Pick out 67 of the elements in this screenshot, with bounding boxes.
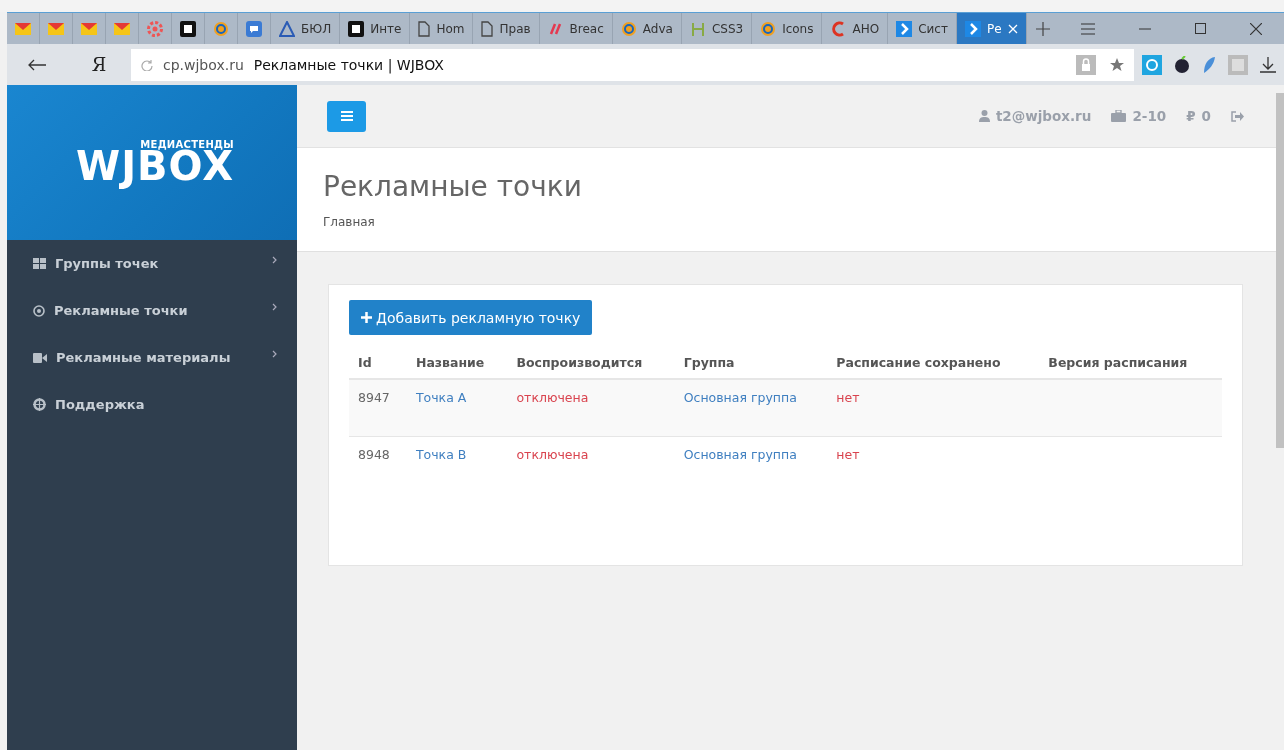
page-heading: Рекламные точки: [323, 169, 583, 203]
group-link[interactable]: Основная группа: [683, 447, 797, 462]
square-icon: [348, 20, 365, 37]
square-icon: [180, 20, 196, 37]
address-field[interactable]: cp.wjbox.ru Рекламные точки | WJBOX: [131, 48, 1134, 81]
sign-out-icon[interactable]: [1231, 110, 1244, 122]
extension-icon[interactable]: [1174, 55, 1190, 74]
group-link[interactable]: Основная группа: [683, 390, 797, 405]
chevron-right-icon: [272, 302, 277, 311]
table-cell: 8947: [349, 379, 407, 437]
lifebuoy-icon: [33, 398, 46, 411]
back-arrow-icon[interactable]: [28, 58, 46, 71]
sidebar-item[interactable]: Поддержка: [7, 381, 297, 428]
lock-icon[interactable]: [1076, 54, 1096, 75]
bars-icon: [689, 20, 706, 37]
briefcase-icon: [1111, 110, 1127, 122]
document-icon: [481, 20, 494, 37]
add-button[interactable]: Добавить рекламную точку: [349, 300, 593, 335]
envelope-icon: [114, 22, 130, 35]
gear-icon: [147, 20, 163, 37]
user-icon: [978, 110, 990, 122]
reload-icon[interactable]: [141, 58, 153, 71]
breadcrumb-link[interactable]: Главная: [323, 215, 1250, 229]
chevron-icon: [964, 20, 981, 37]
grid-icon: [33, 258, 46, 269]
scrollbar-thumb[interactable]: [1276, 93, 1284, 448]
slash-icon: [547, 22, 564, 35]
close-icon[interactable]: [1250, 22, 1262, 35]
yandex-button[interactable]: Я: [67, 54, 131, 75]
sidebar-item[interactable]: Группы точек: [7, 240, 297, 287]
menu-icon: [340, 111, 353, 121]
menu-icon[interactable]: [1081, 22, 1095, 35]
envelope-icon: [15, 22, 31, 35]
chat-icon: [246, 20, 262, 37]
browser-tab[interactable]: Ре: [956, 13, 1027, 44]
maximize-icon[interactable]: [1195, 23, 1206, 34]
status-text: отключена: [516, 390, 589, 405]
page-title-text: Рекламные точки | WJBOX: [253, 56, 444, 73]
target-icon: [33, 304, 45, 317]
envelope-icon: [48, 22, 64, 35]
ring-icon: [760, 20, 777, 37]
star-icon[interactable]: [1110, 57, 1124, 72]
document-icon: [418, 20, 431, 37]
feather-icon[interactable]: [1202, 55, 1216, 74]
menu-button[interactable]: [327, 100, 366, 132]
status-text: нет: [836, 447, 860, 462]
sidebar-item[interactable]: Рекламные точки: [7, 287, 297, 334]
triangle-icon: [279, 20, 295, 37]
table-cell: 8948: [349, 436, 407, 472]
status-text: нет: [836, 390, 860, 405]
point-link[interactable]: Точка А: [415, 390, 467, 405]
download-icon[interactable]: [1260, 56, 1276, 73]
video-camera-icon: [33, 352, 47, 363]
ring-icon: [620, 20, 637, 37]
envelope-icon: [81, 22, 97, 35]
plus-icon[interactable]: [1035, 21, 1050, 36]
url-domain: cp.wjbox.ru: [163, 56, 244, 73]
chevron-right-icon: [272, 349, 277, 358]
ring-icon: [213, 20, 229, 37]
sidebar-item[interactable]: Рекламные материалы: [7, 334, 297, 381]
chevron-right-icon: [272, 255, 277, 264]
currency-icon: ₽: [1186, 108, 1196, 124]
status-text: отключена: [516, 447, 589, 462]
minimize-icon[interactable]: [1139, 27, 1151, 30]
plus-icon: [361, 312, 372, 323]
chevron-icon: [896, 20, 913, 37]
point-link[interactable]: Точка В: [415, 447, 467, 462]
